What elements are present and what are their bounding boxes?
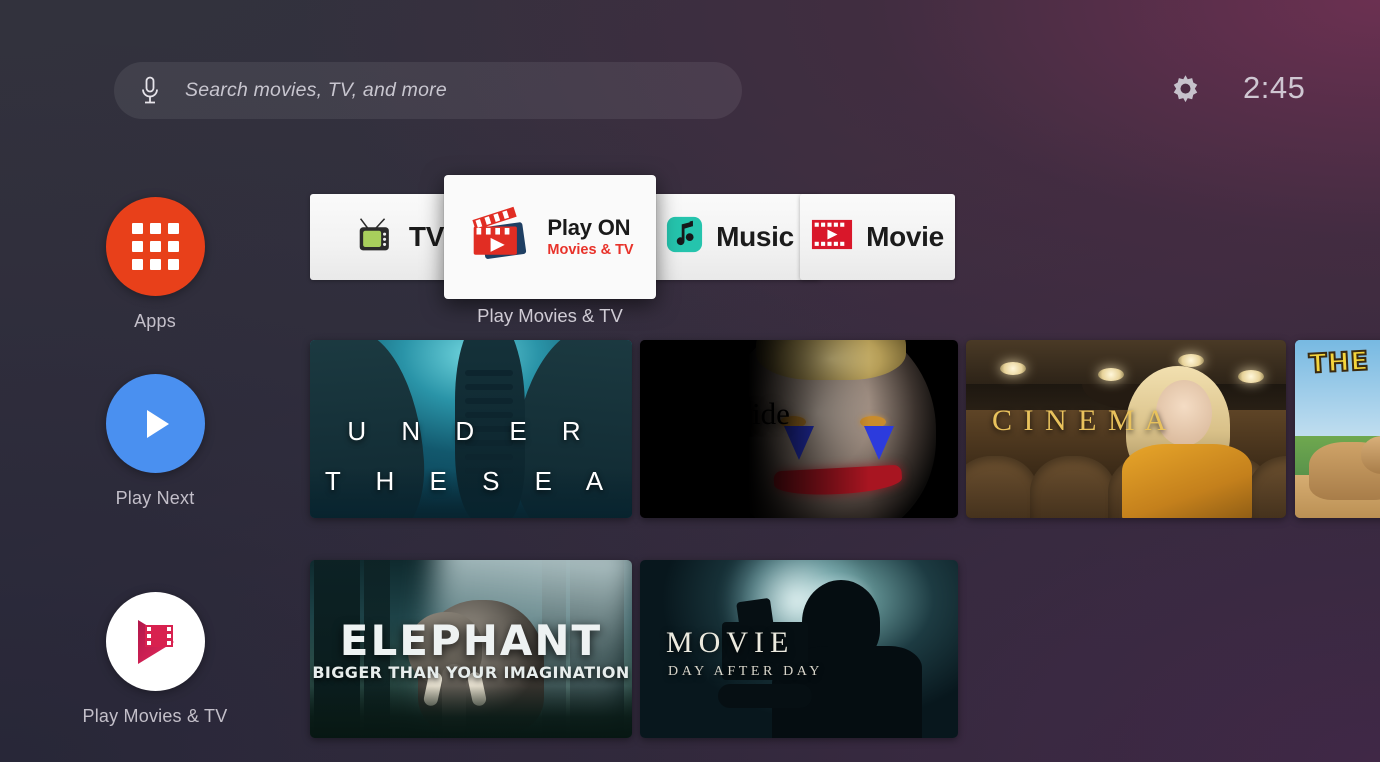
app-tile-play-on-focused[interactable]: Play ON Movies & TV: [444, 175, 656, 299]
sidebar-item-apps[interactable]: Apps: [0, 197, 310, 332]
card-title: Darkside: [678, 396, 790, 431]
app-tile-label: Movie: [866, 221, 944, 252]
sidebar-item-label: Play Next: [115, 488, 195, 508]
search-input[interactable]: Search movies, TV, and more: [185, 79, 447, 102]
app-tile-label: TV: [408, 221, 445, 252]
app-tile-movie[interactable]: Movie: [800, 194, 955, 280]
card-title: ELEPHANT: [339, 616, 603, 665]
top-bar: Search movies, TV, and more 2:45: [0, 0, 1380, 150]
content-card-movie-day-after-day[interactable]: MOVIE DAY AFTER DAY: [640, 560, 958, 738]
film-strip-play-icon: [811, 219, 853, 255]
search-bar[interactable]: Search movies, TV, and more: [114, 62, 742, 119]
sidebar-item-label: Apps: [134, 311, 176, 331]
content-card-cinema[interactable]: C I N E M A: [966, 340, 1286, 518]
sidebar-item-label: Play Movies & TV: [82, 706, 228, 726]
play-on-title: Play ON: [547, 214, 631, 240]
content-card-elephant[interactable]: ELEPHANT BIGGER THAN YOUR IMAGINATION: [310, 560, 632, 738]
sidebar-item-play-next[interactable]: Play Next: [0, 374, 310, 509]
microphone-icon[interactable]: [138, 76, 162, 106]
card-title-line-1: U N D E R: [347, 416, 595, 446]
card-title: MOVIE: [666, 626, 795, 659]
card-title: C I N E M A: [992, 404, 1169, 437]
clapperboard-play-icon: [466, 204, 534, 271]
gear-icon[interactable]: [1167, 72, 1204, 109]
tv-home-screen: Search movies, TV, and more 2:45 Apps Pl…: [0, 0, 1380, 762]
play-on-subtitle: Movies & TV: [547, 241, 634, 258]
content-card-under-the-sea[interactable]: U N D E R T H E S E A: [310, 340, 632, 518]
card-subtitle: DAY AFTER DAY: [668, 664, 823, 679]
retro-tv-icon: [356, 217, 396, 258]
card-subtitle: BIGGER THAN YOUR IMAGINATION: [312, 663, 630, 682]
clock: 2:45: [1243, 70, 1306, 105]
play-triangle-icon: [105, 374, 205, 473]
apps-grid-icon: [105, 197, 205, 296]
app-tile-music[interactable]: Music: [640, 194, 820, 280]
card-title-line-2: T H E S E A: [324, 466, 618, 496]
play-on-text-block: Play ON Movies & TV: [547, 216, 633, 258]
focused-app-label: Play Movies & TV: [477, 305, 623, 326]
play-movies-icon: [105, 592, 205, 691]
content-card-the-sandlot[interactable]: THE: [1295, 340, 1380, 518]
content-card-darkside[interactable]: Darkside: [640, 340, 958, 518]
app-tile-label: Music: [716, 221, 794, 252]
card-title: THE: [1307, 345, 1371, 380]
sidebar-item-play-movies-tv[interactable]: Play Movies & TV: [0, 592, 310, 727]
music-note-icon: [666, 216, 703, 258]
